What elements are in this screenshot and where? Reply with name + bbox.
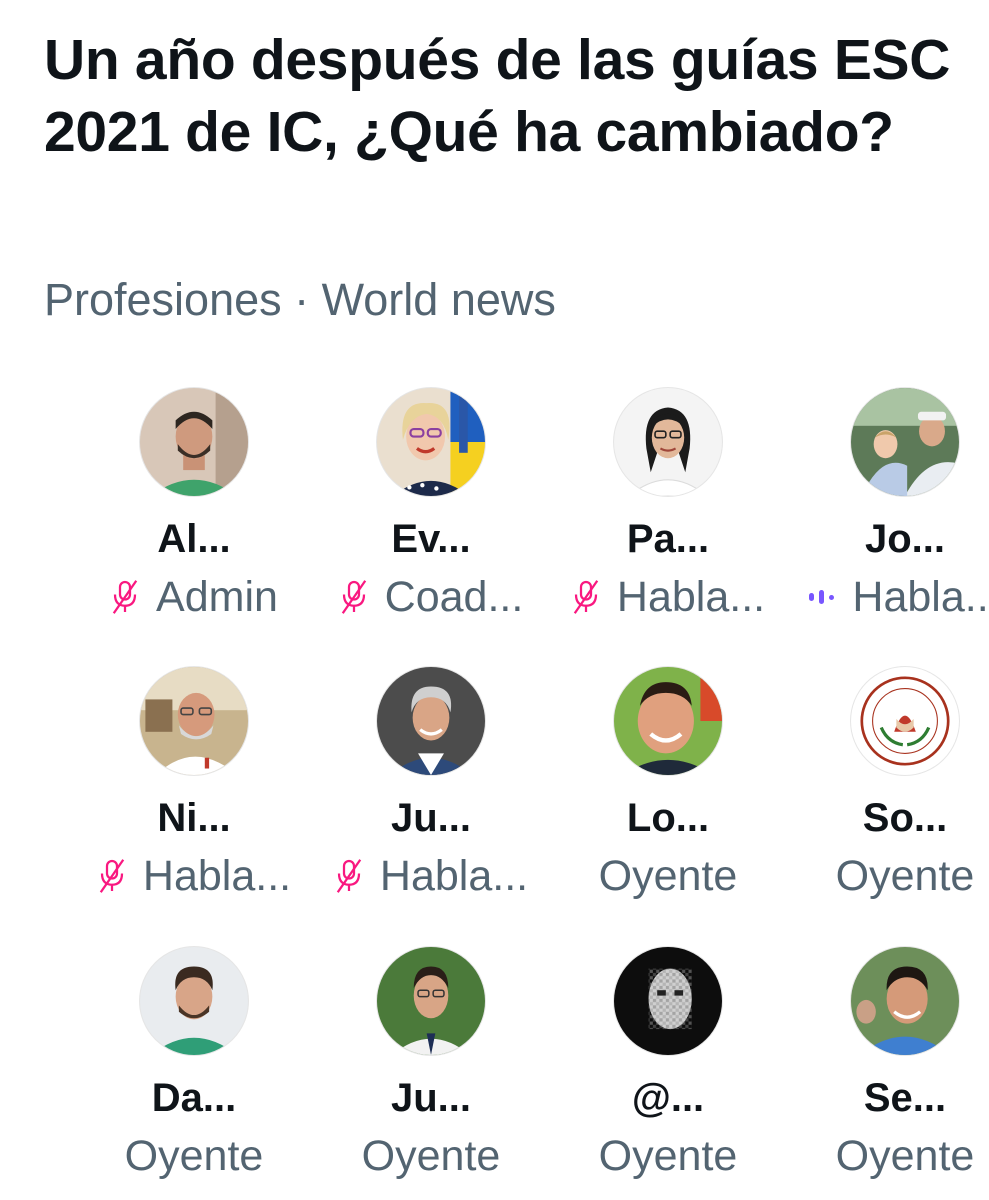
participant-role: Habla... (379, 852, 529, 900)
participant-role-row: Coad... (305, 571, 557, 623)
avatar-image (851, 388, 959, 496)
participant-4[interactable]: Jo... Habla... (787, 387, 989, 621)
speaking-indicator-icon (809, 590, 835, 604)
participant-name: Al... (157, 517, 231, 561)
participant-role-row: Habla... (779, 571, 989, 623)
avatar-image (851, 667, 959, 775)
participant-12[interactable]: Se... Oyente (787, 946, 989, 1180)
participant-2[interactable]: Ev... Coad... (313, 387, 549, 621)
avatar-image (140, 667, 248, 775)
participant-5[interactable]: Ni... Habla... (76, 666, 312, 900)
muted-mic-icon (573, 580, 599, 614)
participant-role: Habla... (616, 573, 766, 621)
avatar[interactable] (376, 387, 486, 497)
participant-role-row: Habla... (542, 571, 794, 623)
participant-11[interactable]: @... Oyente (550, 946, 786, 1180)
participant-role-row: Oyente (68, 1130, 320, 1182)
participant-role: Admin (156, 573, 278, 621)
participant-name: Ju... (390, 1076, 472, 1120)
participant-name: Ev... (391, 517, 471, 561)
avatar[interactable] (613, 666, 723, 776)
participant-10[interactable]: Ju... Oyente (313, 946, 549, 1180)
avatar[interactable] (613, 946, 723, 1056)
avatar-image (377, 947, 485, 1055)
avatar[interactable] (613, 387, 723, 497)
participant-name: @... (631, 1076, 705, 1120)
participant-role: Habla... (852, 573, 989, 621)
participant-role: Coad... (384, 573, 524, 621)
participant-name: Jo... (864, 517, 946, 561)
participant-role-row: Admin (68, 571, 320, 623)
participant-name: Ju... (390, 796, 472, 840)
participant-role: Oyente (835, 852, 975, 900)
participant-role-row: Oyente (779, 1130, 989, 1182)
participant-1[interactable]: Al... Admin (76, 387, 312, 621)
participant-name: Da... (151, 1076, 237, 1120)
participant-name: Ni... (157, 796, 231, 840)
muted-mic-icon (336, 859, 362, 893)
participant-role: Oyente (361, 1132, 501, 1180)
avatar-image (377, 667, 485, 775)
avatar-image (614, 667, 722, 775)
participant-role-row: Habla... (68, 850, 320, 902)
avatar[interactable] (139, 387, 249, 497)
participant-role-row: Habla... (305, 850, 557, 902)
avatar[interactable] (376, 666, 486, 776)
participant-name: Pa... (626, 517, 710, 561)
avatar[interactable] (850, 946, 960, 1056)
avatar[interactable] (850, 666, 960, 776)
avatar-image (140, 947, 248, 1055)
participant-role-row: Oyente (779, 850, 989, 902)
participant-role: Oyente (124, 1132, 264, 1180)
participant-role-row: Oyente (305, 1130, 557, 1182)
participant-name: Lo... (626, 796, 710, 840)
avatar-image (614, 947, 722, 1055)
participant-3[interactable]: Pa... Habla... (550, 387, 786, 621)
avatar-image (377, 388, 485, 496)
participant-name: So... (862, 796, 948, 840)
participant-role: Habla... (142, 852, 292, 900)
avatar[interactable] (139, 946, 249, 1056)
participant-name: Se... (863, 1076, 947, 1120)
muted-mic-icon (112, 580, 138, 614)
participant-role-row: Oyente (542, 1130, 794, 1182)
participant-7[interactable]: Lo... Oyente (550, 666, 786, 900)
participant-6[interactable]: Ju... Habla... (313, 666, 549, 900)
participant-role: Oyente (598, 852, 738, 900)
participant-8[interactable]: So... Oyente (787, 666, 989, 900)
muted-mic-icon (99, 859, 125, 893)
participant-role: Oyente (598, 1132, 738, 1180)
muted-mic-icon (341, 580, 366, 614)
participant-role-row: Oyente (542, 850, 794, 902)
avatar-image (614, 388, 722, 496)
avatar-image (140, 388, 248, 496)
participant-9[interactable]: Da... Oyente (76, 946, 312, 1180)
participant-role: Oyente (835, 1132, 975, 1180)
avatar-image (851, 947, 959, 1055)
avatar[interactable] (850, 387, 960, 497)
participants-grid: Al... Admin Ev... Coad... Pa... Habla...… (0, 0, 989, 1200)
avatar[interactable] (139, 666, 249, 776)
avatar[interactable] (376, 946, 486, 1056)
